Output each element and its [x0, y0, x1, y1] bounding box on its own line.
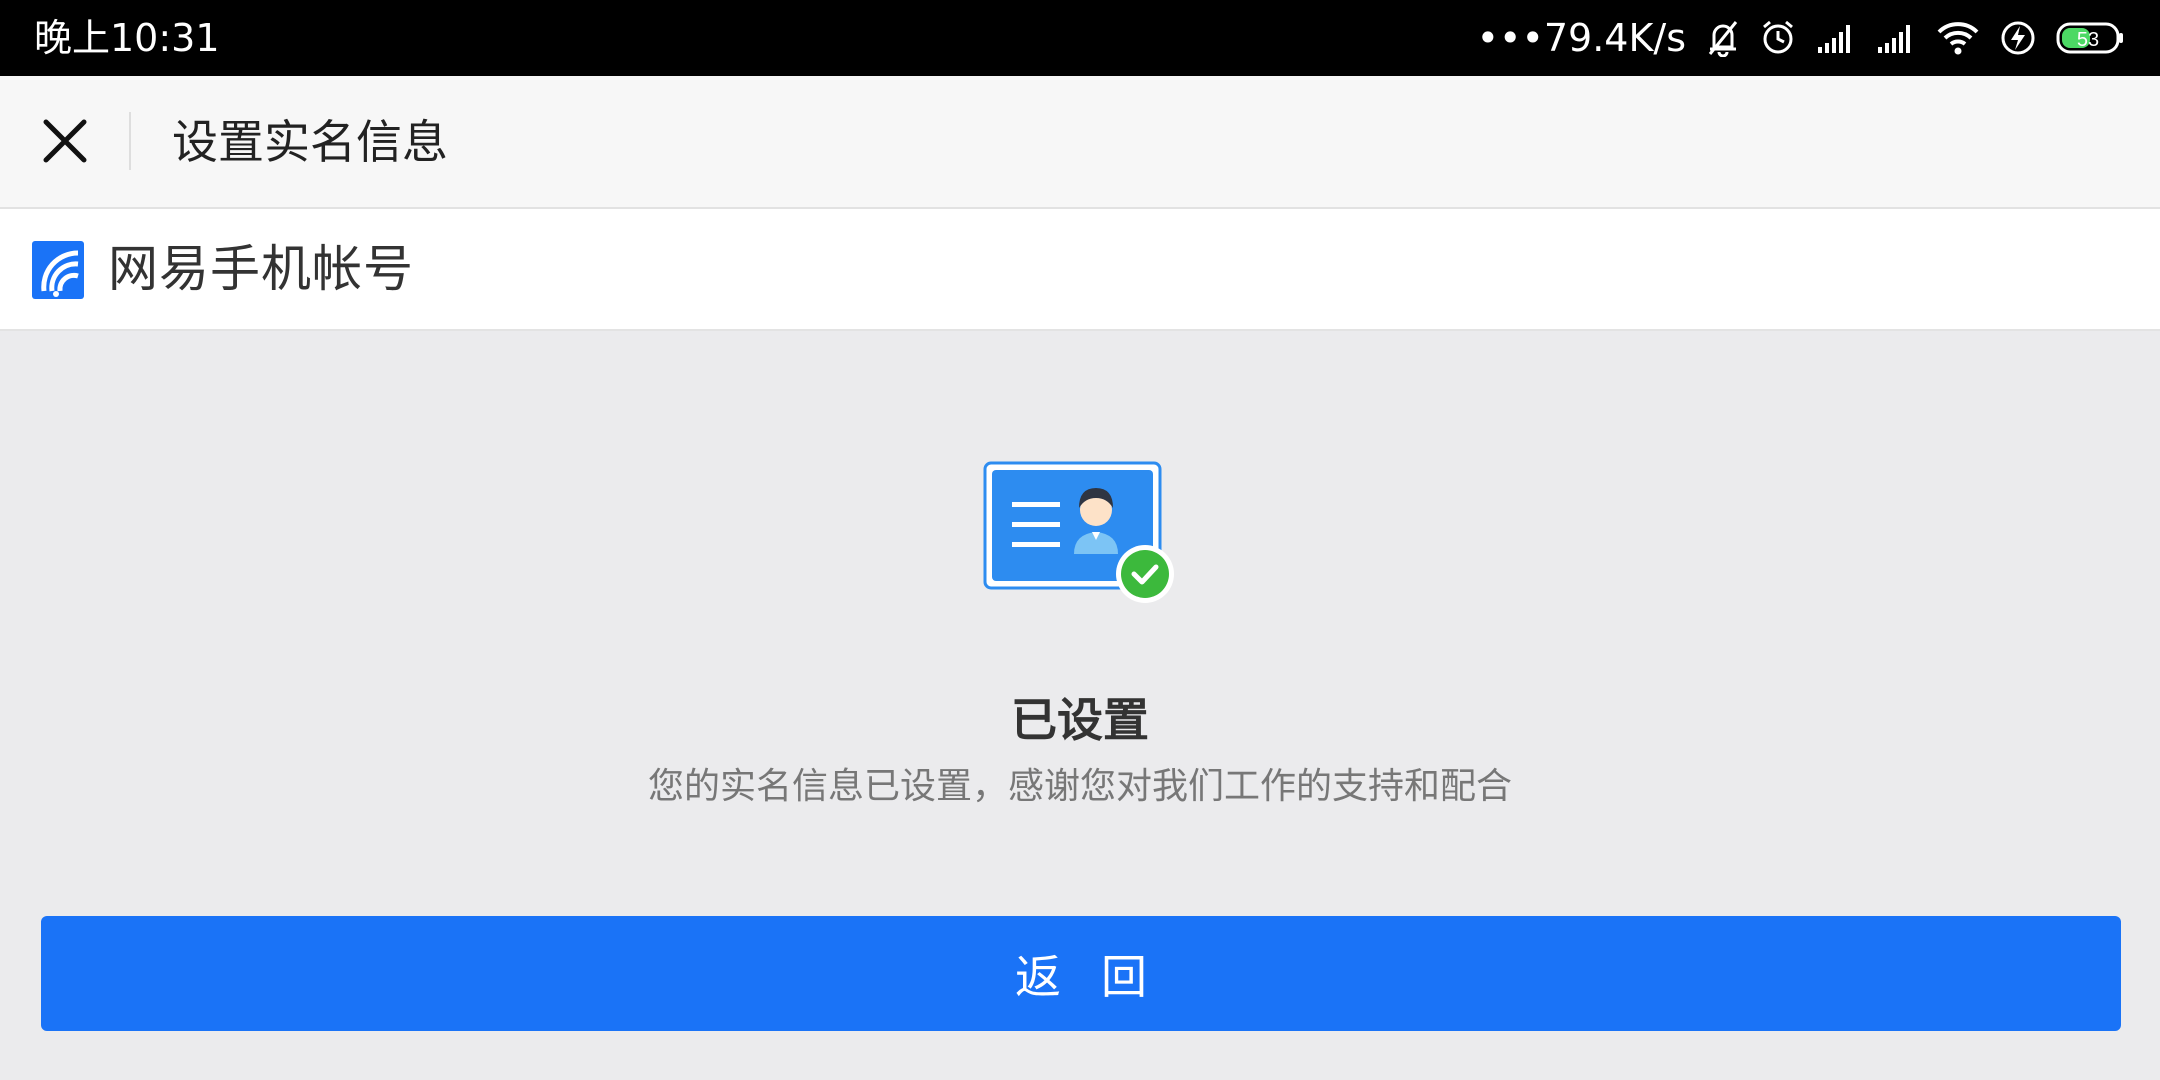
status-time: 晚上10:31 — [34, 16, 220, 60]
id-card-verified-icon — [983, 461, 1174, 603]
mute-bell-icon — [1706, 19, 1740, 57]
netease-logo-icon — [32, 241, 84, 299]
page-title: 设置实名信息 — [172, 115, 448, 169]
back-button[interactable]: 返回 — [41, 916, 2121, 1031]
charging-icon — [2000, 19, 2036, 57]
brand-bar: 网易手机帐号 — [0, 209, 2160, 331]
app-bar: 设置实名信息 — [0, 76, 2160, 209]
alarm-icon — [1760, 19, 1796, 57]
signal-icon — [1876, 21, 1916, 55]
close-button[interactable] — [30, 106, 100, 176]
status-title: 已设置 — [1011, 693, 1149, 747]
network-speed: •••79.4K/s — [1476, 16, 1686, 60]
brand-name: 网易手机帐号 — [108, 240, 414, 298]
status-bar: 晚上10:31 •••79.4K/s 53 — [0, 0, 2160, 76]
close-icon — [43, 119, 87, 163]
battery-icon: 53 — [2056, 21, 2126, 55]
status-icons: •••79.4K/s 53 — [1477, 14, 2126, 62]
status-description: 您的实名信息已设置，感谢您对我们工作的支持和配合 — [647, 766, 1512, 807]
svg-text:53: 53 — [2077, 29, 2099, 51]
wifi-icon — [1936, 20, 1980, 56]
appbar-divider — [129, 112, 131, 170]
signal-icon — [1816, 21, 1856, 55]
